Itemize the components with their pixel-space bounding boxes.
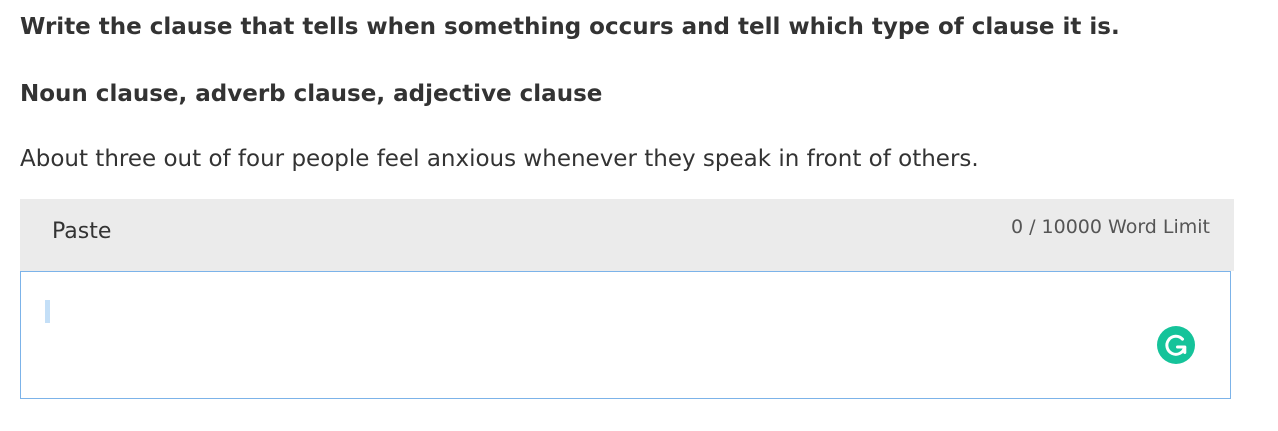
grammarly-g-glyph	[1165, 334, 1187, 356]
question-prompt: Write the clause that tells when somethi…	[20, 14, 1120, 40]
example-sentence: About three out of four people feel anxi…	[20, 146, 979, 172]
grammarly-g-icon[interactable]	[1157, 326, 1195, 364]
clause-type-options: Noun clause, adverb clause, adjective cl…	[20, 81, 603, 107]
word-limit-counter: 0 / 10000 Word Limit	[1010, 216, 1210, 238]
editor-toolbar: Paste 0 / 10000 Word Limit	[20, 199, 1234, 271]
text-caret	[45, 300, 50, 323]
answer-input[interactable]	[20, 271, 1231, 399]
paste-button[interactable]: Paste	[52, 219, 111, 244]
